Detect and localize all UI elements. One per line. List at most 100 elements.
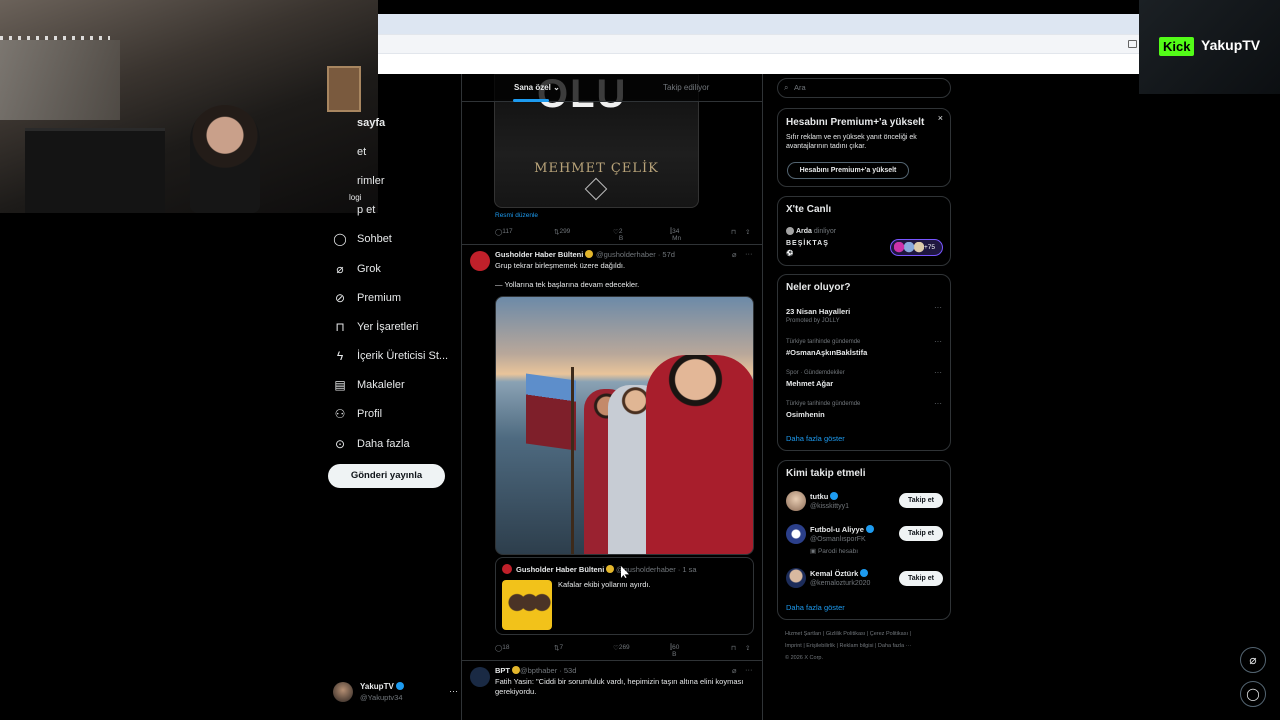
messages-fab-icon[interactable]: ◯: [1240, 681, 1266, 707]
like-button[interactable]: ♡ 2 B: [613, 228, 623, 242]
verified-badge-icon: [395, 682, 404, 690]
nav-label: Makaleler: [357, 379, 405, 392]
post-divider: [462, 660, 762, 661]
premium-card: Hesabını Premium+'a yükselt × Sıfır rekl…: [777, 108, 951, 187]
nav-more[interactable]: ⊙ Daha fazla: [330, 429, 460, 458]
more-dots-icon[interactable]: ···: [449, 686, 458, 696]
trends-title: Neler oluyor?: [786, 282, 851, 293]
more-dots-icon[interactable]: ···: [745, 665, 753, 674]
share-icon[interactable]: ⇪: [745, 228, 750, 236]
bookmark-icon[interactable]: ⊓: [731, 644, 736, 652]
more-dots-icon[interactable]: ···: [934, 303, 942, 312]
nav-profile[interactable]: ⚇ Profil: [330, 400, 460, 429]
trend-title[interactable]: 23 Nisan Hayalleri: [786, 307, 850, 316]
more-dots-icon[interactable]: ···: [934, 368, 942, 377]
post-author-name[interactable]: Gusholder Haber Bülteni: [495, 250, 594, 259]
avatar[interactable]: [786, 524, 806, 544]
boat-mast: [571, 367, 574, 554]
trend-title[interactable]: Mehmet Ağar: [786, 379, 833, 388]
parody-label: ▣ Parodi hesabı: [810, 548, 859, 555]
nav-messages[interactable]: p et: [330, 196, 460, 225]
grok-icon[interactable]: ⌀: [732, 250, 737, 259]
nav-label: Sohbet: [357, 233, 392, 246]
live-topic[interactable]: BEŞİKTAŞ: [786, 239, 829, 248]
book-author: MEHMET ÇELİK: [534, 161, 659, 176]
browser-tabstrip: [378, 14, 1139, 34]
nav-chat[interactable]: ◯ Sohbet: [330, 225, 460, 254]
views-button[interactable]: ⫿ 60 B: [670, 644, 679, 658]
follow-name[interactable]: Kemal Öztürk: [810, 569, 869, 578]
nav-premium[interactable]: ⊘ Premium: [330, 283, 460, 312]
account-switcher[interactable]: YakupTV @Yakuptv34 ···: [333, 680, 458, 704]
browser-address-bar[interactable]: [378, 34, 1139, 54]
views-button[interactable]: ⫿ 34 Mn: [670, 228, 681, 242]
search-icon: ⌕: [784, 83, 789, 92]
avatar[interactable]: [786, 568, 806, 588]
trend-title[interactable]: Osimhenin: [786, 410, 825, 419]
upgrade-button[interactable]: Hesabını Premium+'a yükselt: [787, 162, 909, 179]
follow-name[interactable]: tutku: [810, 492, 839, 501]
follow-button[interactable]: Takip et: [899, 526, 943, 541]
post-author-name[interactable]: BPT: [495, 666, 520, 675]
bookmark-icon[interactable]: ⊓: [731, 228, 736, 236]
nav-creator-studio[interactable]: ϟ İçerik Üreticisi St...: [330, 342, 460, 371]
search-input[interactable]: ⌕ Ara: [777, 78, 951, 98]
channel-name: YakupTV: [1201, 37, 1261, 53]
lightning-icon: ϟ: [336, 349, 344, 364]
tab-for-you[interactable]: Sana özel ⌄: [514, 83, 560, 92]
footer-line[interactable]: Imprint | Erişilebilirlik | Reklam bilgi…: [785, 640, 950, 652]
show-more-link[interactable]: Daha fazla göster: [786, 434, 845, 443]
more-dots-icon[interactable]: ···: [934, 337, 942, 346]
profile-name: YakupTV: [360, 682, 404, 691]
extension-icon[interactable]: [1128, 40, 1137, 48]
close-icon[interactable]: ×: [938, 113, 943, 123]
timeline: Sana özel ⌄ Takip ediliyor OLU MEHMET ÇE…: [461, 74, 763, 720]
nav-label: İçerik Üreticisi St...: [357, 350, 449, 363]
nav-grok[interactable]: ⌀ Grok: [330, 254, 460, 283]
nav-notifications[interactable]: rimler: [330, 166, 460, 195]
follow-button[interactable]: Takip et: [899, 493, 943, 508]
reply-button[interactable]: ◯ 18: [495, 644, 510, 652]
post-image[interactable]: [495, 296, 754, 555]
nav-articles[interactable]: ▤ Makaleler: [330, 371, 460, 400]
quoted-text: Kafalar ekibi yollarını ayırdı.: [558, 580, 651, 589]
background-monitor: [25, 128, 165, 213]
footer-copyright: © 2026 X Corp.: [785, 655, 823, 661]
follow-name[interactable]: Futbol-u Aliyye: [810, 525, 874, 534]
reply-button[interactable]: ◯ 117: [495, 228, 513, 236]
repost-button[interactable]: ⇅ 299: [554, 228, 570, 236]
more-dots-icon[interactable]: ···: [745, 249, 753, 258]
tab-following[interactable]: Takip ediliyor: [663, 83, 709, 92]
left-navigation: sayfa et rimler p et ◯ Sohbet ⌀ Grok ⊘ Prem…: [330, 108, 460, 458]
show-more-link[interactable]: Daha fazla göster: [786, 603, 845, 612]
footer-line[interactable]: Hizmet Şartları | Gizlilik Politikası | …: [785, 628, 950, 640]
like-button[interactable]: ♡ 269: [613, 644, 630, 652]
grok-icon[interactable]: ⌀: [732, 666, 737, 675]
verified-badge-icon: [512, 666, 520, 674]
avatar[interactable]: [470, 667, 490, 687]
nav-explore[interactable]: et: [330, 137, 460, 166]
trend-promoted: Promoted by JOLLY: [786, 318, 840, 324]
verified-badge-icon: [606, 565, 615, 573]
avatar: [786, 227, 794, 235]
nav-bookmarks[interactable]: ⊓ Yer İşaretleri: [330, 312, 460, 341]
avatar[interactable]: [470, 251, 490, 271]
share-icon[interactable]: ⇪: [745, 644, 750, 652]
parody-icon: ▣: [810, 548, 817, 555]
follow-button[interactable]: Takip et: [899, 571, 943, 586]
nav-label: sayfa: [357, 116, 386, 129]
nav-label: p et: [357, 204, 376, 217]
who-to-follow-card: Kimi takip etmeli tutku @kisskittyy1 Tak…: [777, 460, 951, 620]
avatar[interactable]: [786, 491, 806, 511]
edit-image-link[interactable]: Resmi düzenle: [495, 212, 538, 219]
post-author-handle[interactable]: @gusholderhaber · 57d: [596, 250, 675, 259]
more-dots-icon[interactable]: ···: [934, 399, 942, 408]
nav-home[interactable]: sayfa: [330, 108, 460, 137]
post-button[interactable]: Gönderi yayınla: [328, 464, 445, 488]
trend-title[interactable]: #OsmanAşkınBakİstifa: [786, 348, 867, 357]
quoted-post[interactable]: Gusholder Haber Bülteni @gusholderhaber …: [495, 557, 754, 635]
repost-button[interactable]: ⇅ 7: [554, 644, 563, 652]
listeners-pill[interactable]: +75: [890, 239, 943, 256]
post-author-handle[interactable]: @bpthaber · 53d: [520, 666, 576, 675]
grok-fab-icon[interactable]: ⌀: [1240, 647, 1266, 673]
